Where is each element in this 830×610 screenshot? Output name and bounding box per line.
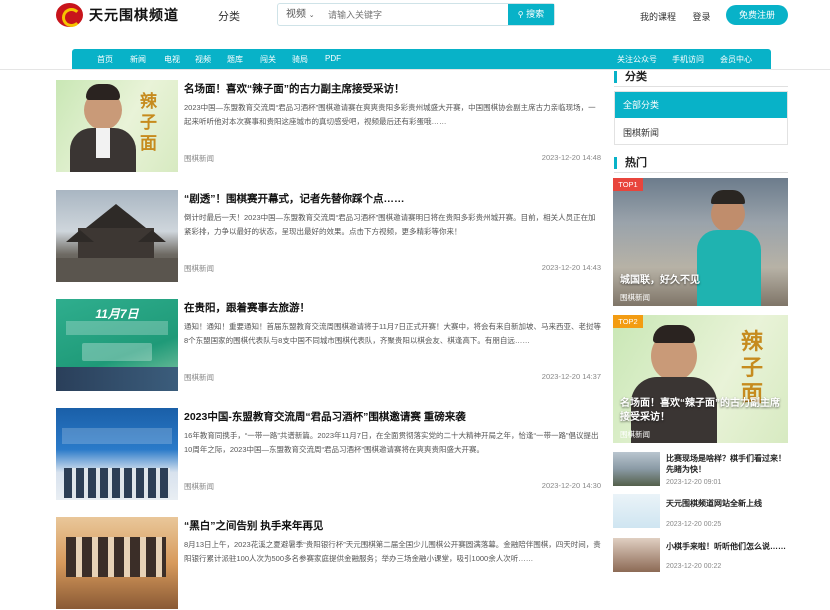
article-thumbnail[interactable] xyxy=(56,517,178,609)
article-item[interactable]: 辣子面 名场面！喜欢“辣子面”的古力副主席接受采访！ 2023中国—东盟教育交流… xyxy=(56,80,601,173)
divider xyxy=(0,69,830,70)
thumb-caption: 辣子面 xyxy=(140,92,157,154)
category-all[interactable]: 全部分类 xyxy=(615,92,787,118)
main-nav: 首页 新闻 电视 视频 题库 闯关 骑局 PDF 关注公众号 手机访问 会员中心 xyxy=(72,49,771,69)
nav-item[interactable]: PDF xyxy=(325,54,341,63)
site-logo[interactable]: 天元围棋频道 xyxy=(56,3,179,27)
nav-item[interactable]: 视频 xyxy=(195,54,211,65)
search-type-select[interactable]: 视频 ⌄ xyxy=(278,4,326,25)
article-date: 2023-12-20 14:30 xyxy=(541,481,601,490)
hot-item[interactable]: 辣子面 TOP2 名场面！喜欢“辣子面”的古力副主席接受采访！ 围棋新闻 xyxy=(613,315,788,443)
recent-date: 2023-12-20 09:01 xyxy=(666,479,722,486)
hot-caption: 名场面！喜欢“辣子面”的古力副主席接受采访！ xyxy=(620,398,780,423)
article-thumbnail[interactable]: 辣子面 xyxy=(56,80,178,172)
search-icon: ⚲ xyxy=(517,10,524,19)
article-title[interactable]: “黑白”之间告别 执手来年再见 xyxy=(184,518,323,533)
hot-tag: 围棋新闻 xyxy=(620,430,650,439)
hot-tag: 围棋新闻 xyxy=(620,293,650,302)
recent-date: 2023-12-20 00:22 xyxy=(666,563,722,570)
search-button[interactable]: ⚲ 搜索 xyxy=(508,4,554,25)
register-button[interactable]: 免费注册 xyxy=(726,5,788,25)
divider xyxy=(614,172,788,173)
site-name: 天元围棋频道 xyxy=(89,7,179,23)
recent-item[interactable]: 小棋手来啦！听听他们怎么说…… 2023-12-20 00:22 xyxy=(613,538,788,578)
article-thumbnail[interactable] xyxy=(56,408,178,500)
nav-item-mobile[interactable]: 手机访问 xyxy=(672,54,704,65)
article-date: 2023-12-20 14:37 xyxy=(541,372,601,381)
article-date: 2023-12-20 14:48 xyxy=(541,153,601,162)
article-title[interactable]: 2023中国-东盟教育交流周“君品习酒杯”围棋邀请赛 重磅来袭 xyxy=(184,409,466,424)
nav-item[interactable]: 题库 xyxy=(227,54,243,65)
recent-title[interactable]: 小棋手来啦！听听他们怎么说…… xyxy=(666,541,788,552)
recent-item[interactable]: 天元围棋频道网站全新上线 2023-12-20 00:25 xyxy=(613,494,788,534)
nav-item[interactable]: 闯关 xyxy=(260,54,276,65)
thumb-decoration: 辣子面 xyxy=(741,329,764,407)
recent-title[interactable]: 比赛现场是啥样？棋手们看过来！先睹为快！ xyxy=(666,453,788,475)
category-menu[interactable]: 分类 xyxy=(218,8,240,24)
nav-item-member[interactable]: 会员中心 xyxy=(720,54,752,65)
divider xyxy=(614,86,788,87)
top-bar: 天元围棋频道 分类 视频 ⌄ ⚲ 搜索 我的课程 登录 免费注册 xyxy=(0,0,830,36)
recent-date: 2023-12-20 00:25 xyxy=(666,521,722,528)
recent-thumbnail[interactable] xyxy=(613,494,660,528)
article-date: 2023-12-20 14:43 xyxy=(541,263,601,272)
recent-title[interactable]: 天元围棋频道网站全新上线 xyxy=(666,498,788,509)
article-title[interactable]: “剧透”！围棋赛开幕式，记者先替你踩个点…… xyxy=(184,191,405,206)
article-summary: 倒计时最后一天！2023中国—东盟教育交流周“君品习酒杯”围棋邀请赛明日将在贵阳… xyxy=(184,213,596,236)
article-summary: 2023中国—东盟教育交流周“君品习酒杯”围棋邀请赛在爽爽贵阳多彩贵州城盛大开赛… xyxy=(184,103,596,126)
article-summary: 8月13日上午，2023花溪之夏避暑季“贵阳银行杯”天元围棋第二届全国少儿围棋公… xyxy=(184,540,601,563)
user-links: 我的课程 登录 xyxy=(640,10,725,23)
rank-badge: TOP1 xyxy=(613,178,643,191)
article-thumbnail[interactable]: 11月7日 xyxy=(56,299,178,391)
category-go-news[interactable]: 围棋新闻 xyxy=(623,126,659,139)
hot-caption: 城国联，好久不见 xyxy=(620,275,700,286)
nav-item[interactable]: 首页 xyxy=(97,54,113,65)
thumb-caption: 11月7日 xyxy=(95,307,139,321)
article-item[interactable]: “剧透”！围棋赛开幕式，记者先替你踩个点…… 倒计时最后一天！2023中国—东盟… xyxy=(56,190,601,283)
nav-item[interactable]: 新闻 xyxy=(130,54,146,65)
search-input[interactable] xyxy=(326,4,508,25)
article-tag[interactable]: 围棋新闻 xyxy=(184,481,214,492)
category-list: 全部分类 围棋新闻 xyxy=(614,91,788,145)
chevron-down-icon: ⌄ xyxy=(308,12,315,19)
article-item[interactable]: 2023中国-东盟教育交流周“君品习酒杯”围棋邀请赛 重磅来袭 16年教育同携手… xyxy=(56,408,601,501)
article-summary: 16年教育同携手，“一带一路”共谱新篇。2023年11月7日，在全面贯彻落实党的… xyxy=(184,431,599,454)
nav-item[interactable]: 骑局 xyxy=(292,54,308,65)
rank-badge: TOP2 xyxy=(613,315,643,328)
article-tag[interactable]: 围棋新闻 xyxy=(184,153,214,164)
category-heading: 分类 xyxy=(614,71,647,83)
hot-item[interactable]: TOP1 城国联，好久不见 围棋新闻 xyxy=(613,178,788,306)
nav-item[interactable]: 电视 xyxy=(164,54,180,65)
recent-thumbnail[interactable] xyxy=(613,452,660,486)
recent-item[interactable]: 比赛现场是啥样？棋手们看过来！先睹为快！ 2023-12-20 09:01 xyxy=(613,452,788,492)
article-summary: 通知！通知！重要通知！首届东盟教育交流周围棋邀请将于11月7日正式开赛！大赛中，… xyxy=(184,322,601,345)
hot-heading: 热门 xyxy=(614,157,647,169)
my-courses-link[interactable]: 我的课程 xyxy=(640,12,676,22)
logo-icon xyxy=(56,3,83,27)
search-button-label: 搜索 xyxy=(526,9,545,19)
recent-thumbnail[interactable] xyxy=(613,538,660,572)
search-type-label: 视频 xyxy=(286,9,306,20)
article-title[interactable]: 名场面！喜欢“辣子面”的古力副主席接受采访！ xyxy=(184,81,405,96)
article-tag[interactable]: 围棋新闻 xyxy=(184,372,214,383)
article-item[interactable]: 11月7日 在贵阳，跟着赛事去旅游！ 通知！通知！重要通知！首届东盟教育交流周围… xyxy=(56,299,601,392)
article-title[interactable]: 在贵阳，跟着赛事去旅游！ xyxy=(184,300,310,315)
nav-item-wechat[interactable]: 关注公众号 xyxy=(617,54,657,65)
login-link[interactable]: 登录 xyxy=(693,12,711,22)
article-thumbnail[interactable] xyxy=(56,190,178,282)
article-tag[interactable]: 围棋新闻 xyxy=(184,263,214,274)
article-item[interactable]: “黑白”之间告别 执手来年再见 8月13日上午，2023花溪之夏避暑季“贵阳银行… xyxy=(56,517,601,610)
search-bar: 视频 ⌄ ⚲ 搜索 xyxy=(277,3,555,26)
